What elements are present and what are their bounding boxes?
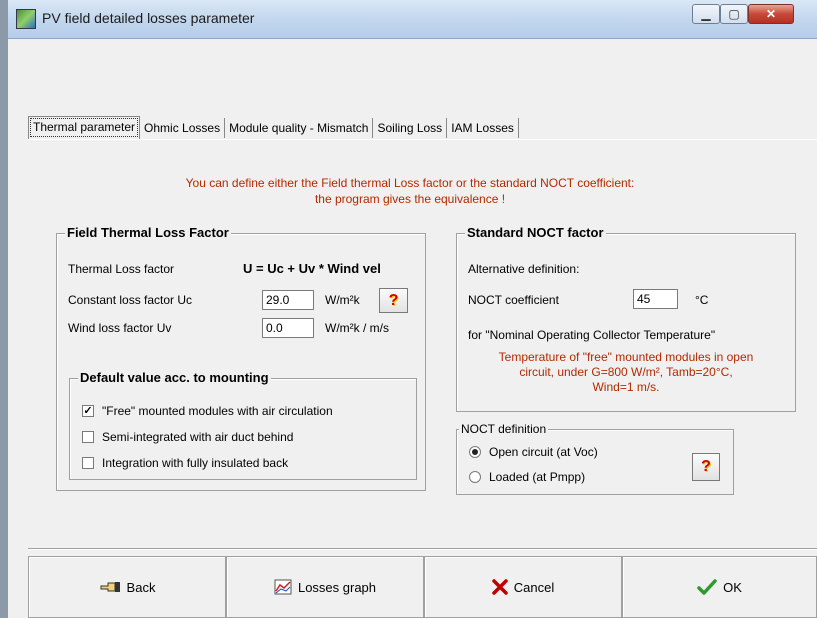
- standard-noct-group: Standard NOCT factor Alternative definit…: [456, 225, 796, 412]
- uc-help-button[interactable]: ?: [379, 288, 408, 313]
- info-message: You can define either the Field thermal …: [100, 175, 720, 207]
- tab-module-quality-mismatch[interactable]: Module quality - Mismatch: [225, 118, 374, 138]
- title-bar[interactable]: PV field detailed losses parameter ▁ ▢ ✕: [8, 0, 817, 39]
- mounting-defaults-group: Default value acc. to mounting ✓ "Free" …: [69, 370, 417, 480]
- bottom-separator: [28, 548, 817, 550]
- thermal-loss-label: Thermal Loss factor: [68, 262, 175, 276]
- noct-help-button[interactable]: ?: [692, 453, 720, 481]
- info-line-2: the program gives the equivalence !: [314, 192, 506, 206]
- noct-coef-input[interactable]: 45: [633, 289, 678, 309]
- noct-note-line-2: circuit, under G=800 W/m², Tamb=20°C,: [519, 365, 733, 379]
- noct-note-line-1: Temperature of "free" mounted modules in…: [498, 350, 754, 364]
- open-circuit-radio[interactable]: [469, 446, 481, 458]
- group-title: Default value acc. to mounting: [78, 370, 271, 385]
- semi-integrated-label: Semi-integrated with air duct behind: [102, 430, 294, 444]
- losses-graph-button[interactable]: Losses graph: [226, 556, 424, 618]
- minimize-button[interactable]: ▁: [692, 4, 720, 24]
- red-x-icon: [492, 579, 508, 595]
- pointing-hand-icon: [100, 582, 120, 592]
- free-mounted-option[interactable]: ✓ "Free" mounted modules with air circul…: [82, 404, 333, 418]
- fully-insulated-label: Integration with fully insulated back: [102, 456, 289, 470]
- loaded-radio[interactable]: [469, 471, 481, 483]
- cancel-button[interactable]: Cancel: [424, 556, 622, 618]
- fully-insulated-checkbox[interactable]: [82, 457, 94, 469]
- uv-unit: W/m²k / m/s: [325, 321, 389, 335]
- tab-thermal-parameter[interactable]: Thermal parameter: [28, 116, 141, 139]
- green-check-icon: [697, 579, 717, 595]
- back-label: Back: [126, 579, 156, 595]
- uv-label: Wind loss factor Uv: [68, 321, 172, 335]
- open-circuit-option[interactable]: Open circuit (at Voc): [469, 445, 598, 459]
- uv-input[interactable]: 0.0: [262, 318, 314, 338]
- tab-soiling-loss[interactable]: Soiling Loss: [373, 118, 448, 138]
- uc-label: Constant loss factor Uc: [68, 293, 193, 307]
- loaded-option[interactable]: Loaded (at Pmpp): [469, 470, 585, 484]
- noct-note: Temperature of "free" mounted modules in…: [457, 350, 795, 395]
- group-title: Field Thermal Loss Factor: [65, 225, 231, 240]
- app-icon: [16, 9, 36, 29]
- open-circuit-label: Open circuit (at Voc): [489, 445, 598, 459]
- close-button[interactable]: ✕: [748, 4, 794, 24]
- tab-iam-losses[interactable]: IAM Losses: [447, 118, 519, 138]
- help-icon: ?: [388, 291, 399, 309]
- noct-note-line-3: Wind=1 m/s.: [592, 380, 660, 394]
- info-line-1: You can define either the Field thermal …: [185, 176, 635, 190]
- free-mounted-checkbox[interactable]: ✓: [82, 405, 94, 417]
- tab-ohmic-losses[interactable]: Ohmic Losses: [140, 118, 226, 138]
- cancel-label: Cancel: [513, 579, 555, 595]
- back-button[interactable]: Back: [28, 556, 226, 618]
- fully-insulated-option[interactable]: Integration with fully insulated back: [82, 456, 288, 470]
- ok-label: OK: [723, 579, 742, 595]
- semi-integrated-option[interactable]: Semi-integrated with air duct behind: [82, 430, 293, 444]
- thermal-formula: U = Uc + Uv * Wind vel: [243, 261, 381, 276]
- losses-graph-label: Losses graph: [297, 579, 377, 595]
- noct-definition-group: NOCT definition Open circuit (at Voc) Lo…: [456, 422, 734, 495]
- uc-input[interactable]: 29.0: [262, 290, 314, 310]
- semi-integrated-checkbox[interactable]: [82, 431, 94, 443]
- noct-coef-label: NOCT coefficient: [468, 293, 559, 307]
- window-title: PV field detailed losses parameter: [42, 10, 255, 26]
- group-title: NOCT definition: [459, 422, 549, 436]
- ok-button[interactable]: OK: [622, 556, 817, 618]
- alt-definition-label: Alternative definition:: [468, 262, 580, 276]
- loaded-label: Loaded (at Pmpp): [489, 470, 586, 484]
- chart-icon: [274, 579, 292, 595]
- noct-coef-unit: °C: [695, 293, 709, 307]
- help-icon: ?: [701, 458, 711, 475]
- tab-strip: Thermal parameter Ohmic Losses Module qu…: [28, 116, 519, 140]
- nominal-text: for "Nominal Operating Collector Tempera…: [468, 328, 716, 342]
- uc-unit: W/m²k: [325, 293, 360, 307]
- group-title: Standard NOCT factor: [465, 225, 606, 240]
- maximize-button[interactable]: ▢: [720, 4, 748, 24]
- free-mounted-label: "Free" mounted modules with air circulat…: [102, 404, 333, 418]
